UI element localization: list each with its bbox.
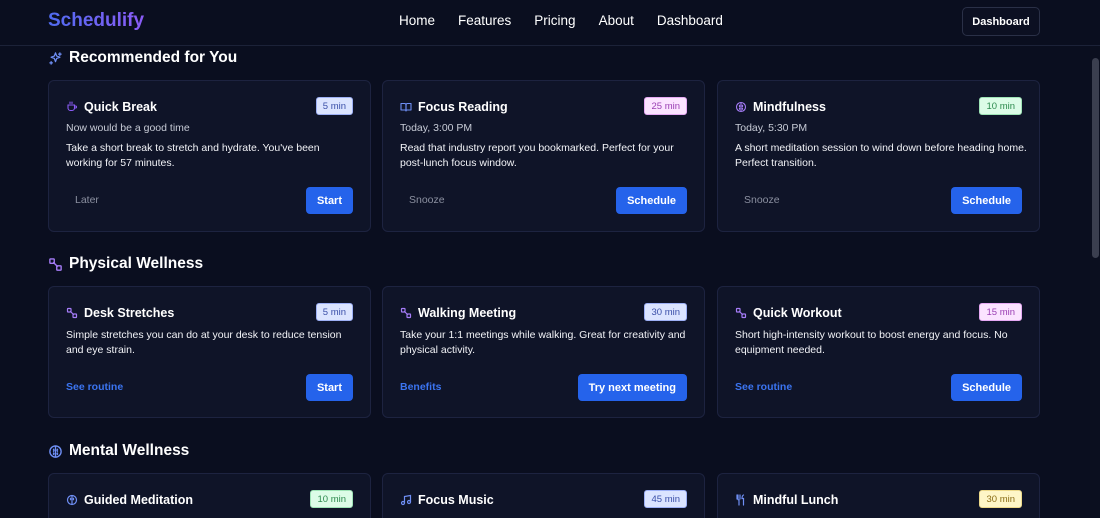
book-icon xyxy=(400,101,412,113)
start-button[interactable]: Start xyxy=(305,187,353,214)
card-title: Focus Music xyxy=(418,493,494,507)
dumbbell-icon xyxy=(400,307,412,319)
card-description: Take your 1:1 meetings while walking. Gr… xyxy=(400,329,686,356)
snooze-button[interactable]: Snooze xyxy=(409,194,445,206)
duration-badge: 30 min xyxy=(979,490,1022,508)
duration-badge: 5 min xyxy=(315,303,353,321)
duration-badge: 10 min xyxy=(310,490,353,508)
card-title: Mindfulness xyxy=(753,100,826,114)
dumbbell-icon xyxy=(48,257,63,272)
card-title: Mindful Lunch xyxy=(753,493,839,507)
nav-link-dashboard[interactable]: Dashboard xyxy=(657,13,723,28)
card-description: Short high-intensity workout to boost en… xyxy=(735,329,1008,356)
brand-logo[interactable]: Schedulify xyxy=(48,10,144,32)
schedule-button[interactable]: Schedule xyxy=(616,187,687,214)
coffee-icon xyxy=(66,101,78,113)
nav-link-home[interactable]: Home xyxy=(399,13,435,28)
duration-badge: 10 min xyxy=(979,97,1022,115)
dumbbell-icon xyxy=(735,307,747,319)
card-subtitle: Today, 5:30 PM xyxy=(735,122,808,134)
card-title: Quick Break xyxy=(84,100,157,114)
schedule-button[interactable]: Schedule xyxy=(951,374,1022,401)
music-icon xyxy=(400,494,412,506)
card-subtitle: Today, 3:00 PM xyxy=(400,122,473,134)
brain-icon xyxy=(735,101,747,113)
benefits-link[interactable]: Benefits xyxy=(400,381,441,393)
later-button[interactable]: Later xyxy=(75,194,99,206)
section-title-physical-wellness: Physical Wellness xyxy=(48,255,203,273)
dumbbell-icon xyxy=(66,307,78,319)
nav-links: Home Features Pricing About Dashboard xyxy=(399,13,723,28)
card-walking-meeting: Walking Meeting 30 min Take your 1:1 mee… xyxy=(382,286,705,418)
brain-icon xyxy=(48,444,63,459)
card-guided-meditation: Guided Meditation 10 min xyxy=(48,473,371,518)
dashboard-button[interactable]: Dashboard xyxy=(962,7,1040,36)
card-title: Focus Reading xyxy=(418,100,508,114)
card-quick-break: Quick Break 5 min Now would be a good ti… xyxy=(48,80,371,232)
card-title: Walking Meeting xyxy=(418,306,517,320)
duration-badge: 45 min xyxy=(644,490,687,508)
card-desk-stretches: Desk Stretches 5 min Simple stretches yo… xyxy=(48,286,371,418)
utensils-icon xyxy=(735,494,747,506)
schedule-button[interactable]: Schedule xyxy=(951,187,1022,214)
nav-link-pricing[interactable]: Pricing xyxy=(534,13,575,28)
card-subtitle: Now would be a good time xyxy=(66,122,190,134)
nav-link-about[interactable]: About xyxy=(599,13,634,28)
snooze-button[interactable]: Snooze xyxy=(744,194,780,206)
card-mindful-lunch: Mindful Lunch 30 min xyxy=(717,473,1040,518)
section-title-recommended: Recommended for You xyxy=(48,49,237,67)
card-mindfulness: Mindfulness 10 min Today, 5:30 PM A shor… xyxy=(717,80,1040,232)
see-routine-link[interactable]: See routine xyxy=(66,381,123,393)
card-title: Guided Meditation xyxy=(84,493,194,507)
try-next-meeting-button[interactable]: Try next meeting xyxy=(577,374,687,401)
duration-badge: 15 min xyxy=(979,303,1022,321)
card-title: Quick Workout xyxy=(753,306,842,320)
duration-badge: 25 min xyxy=(644,97,687,115)
card-description: Read that industry report you bookmarked… xyxy=(400,142,674,169)
card-description: Take a short break to stretch and hydrat… xyxy=(66,142,320,169)
brain-icon xyxy=(66,494,78,506)
card-quick-workout: Quick Workout 15 min Short high-intensit… xyxy=(717,286,1040,418)
nav-link-features[interactable]: Features xyxy=(458,13,511,28)
see-routine-link[interactable]: See routine xyxy=(735,381,792,393)
section-title-mental-wellness: Mental Wellness xyxy=(48,442,189,460)
top-navbar: Schedulify Home Features Pricing About D… xyxy=(0,0,1100,46)
duration-badge: 30 min xyxy=(644,303,687,321)
card-description: Simple stretches you can do at your desk… xyxy=(66,329,342,356)
card-description: A short meditation session to wind down … xyxy=(735,142,1027,169)
duration-badge: 5 min xyxy=(315,97,353,115)
card-focus-reading: Focus Reading 25 min Today, 3:00 PM Read… xyxy=(382,80,705,232)
card-focus-music: Focus Music 45 min xyxy=(382,473,705,518)
card-title: Desk Stretches xyxy=(84,306,175,320)
start-button[interactable]: Start xyxy=(305,374,353,401)
sparkle-icon xyxy=(48,51,63,66)
scrollbar-thumb[interactable] xyxy=(1092,58,1099,258)
